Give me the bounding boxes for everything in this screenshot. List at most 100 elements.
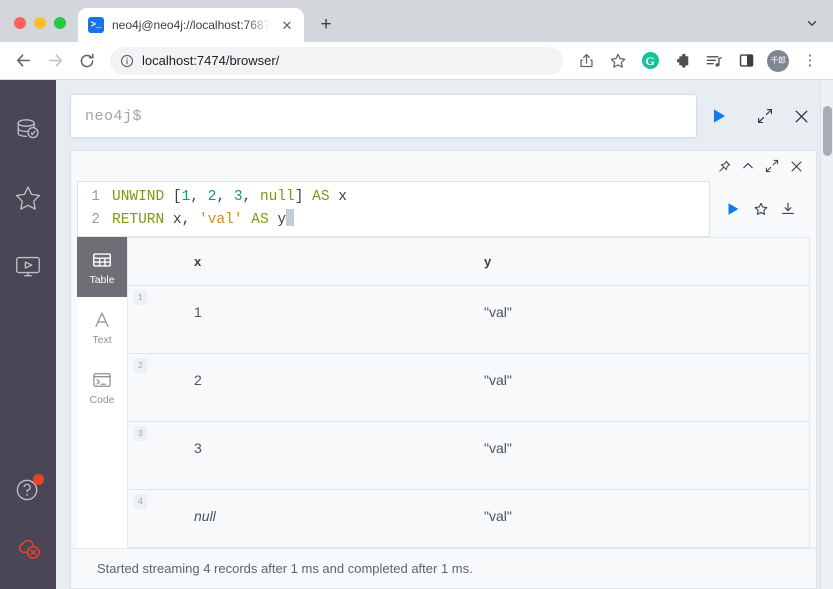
- grammarly-extension-icon[interactable]: G: [635, 46, 665, 76]
- cell-y: "val": [484, 489, 809, 547]
- row-index-cell: 1: [128, 285, 194, 354]
- back-button[interactable]: [8, 46, 38, 76]
- table-row: 3 3 "val": [128, 421, 809, 490]
- editor-download-button[interactable]: [780, 201, 796, 217]
- favicon-glyph: >_: [90, 19, 102, 30]
- text-a-icon: [95, 311, 109, 327]
- app-main: neo4j$ 1 UNWIND [1, 2, 3, null] AS x 2 R…: [56, 80, 833, 589]
- tab-code-label: Code: [89, 393, 115, 406]
- editor-favorite-button[interactable]: [753, 201, 769, 217]
- command-bar-expand-icon[interactable]: [749, 100, 781, 132]
- app-scrollbar-thumb[interactable]: [823, 106, 832, 156]
- menu-dots: ⋮: [802, 52, 818, 69]
- tab-table-label: Table: [89, 273, 115, 286]
- sidebar-item-favorites[interactable]: [0, 164, 56, 232]
- favorite-star-icon: [754, 202, 768, 215]
- tab-strip: >_ neo4j@neo4j://localhost:7687/ ✕ +: [0, 0, 833, 42]
- tab-text[interactable]: Text: [77, 297, 127, 357]
- results-table-body: 1 1 "val" 2 2 "val" 3 3 "val" 4 null "va…: [128, 285, 809, 547]
- reload-button[interactable]: [72, 46, 102, 76]
- table-row: 2 2 "val": [128, 353, 809, 422]
- tab-code[interactable]: Code: [77, 357, 127, 417]
- table-icon: [93, 252, 111, 267]
- cell-x: null: [194, 489, 484, 547]
- cypher-editor[interactable]: 1 UNWIND [1, 2, 3, null] AS x 2 RETURN x…: [77, 181, 710, 237]
- text-cursor: [286, 209, 295, 226]
- results-table-wrap[interactable]: x y 1 1 "val" 2 2 "val" 3 3 "val" 4 null…: [128, 237, 810, 548]
- tab-title: neo4j@neo4j://localhost:7687/: [112, 18, 270, 32]
- command-bar-actions: [741, 100, 817, 132]
- command-bar-row: neo4j$: [56, 80, 833, 150]
- row-index-badge: 2: [134, 358, 147, 373]
- download-icon: [782, 202, 795, 215]
- star-icon: [15, 186, 41, 210]
- code-content: RETURN x, 'val' AS y: [112, 209, 295, 232]
- frame-titlebar: [71, 151, 816, 181]
- forward-button[interactable]: [40, 46, 70, 76]
- table-header-row: x y: [128, 238, 809, 286]
- cloud-disconnected-icon: [18, 539, 40, 559]
- header-y: y: [484, 238, 809, 286]
- code-line: 1 UNWIND [1, 2, 3, null] AS x: [78, 186, 709, 209]
- frame-pin-icon[interactable]: [718, 160, 731, 173]
- status-message: Started streaming 4 records after 1 ms a…: [97, 561, 473, 576]
- cell-x: 1: [194, 285, 484, 354]
- avatar: 千郎: [767, 49, 789, 72]
- tab-favicon-terminal-icon: >_: [88, 17, 104, 33]
- editor-run-button[interactable]: [724, 200, 742, 218]
- frame-collapse-icon[interactable]: [741, 159, 755, 173]
- run-icon: [714, 109, 725, 123]
- sidebar-item-guides[interactable]: [0, 232, 56, 300]
- tab-close-icon[interactable]: ✕: [278, 16, 296, 34]
- header-index: [128, 238, 194, 286]
- table-row: 4 null "val": [128, 489, 809, 547]
- command-bar-placeholder: neo4j$: [85, 107, 143, 125]
- sidebar-item-database[interactable]: [0, 96, 56, 164]
- command-bar-run-button[interactable]: [697, 106, 741, 126]
- sidebar-item-connection-status[interactable]: [0, 523, 56, 575]
- maximize-window-button[interactable]: [54, 17, 66, 29]
- help-notification-dot: [33, 474, 44, 485]
- monitor-play-icon: [16, 256, 40, 277]
- frame-area: 1 UNWIND [1, 2, 3, null] AS x 2 RETURN x…: [56, 150, 833, 589]
- code-terminal-icon: [93, 372, 111, 387]
- cell-y: "val": [484, 285, 809, 354]
- address-bar[interactable]: localhost:7474/browser/: [110, 46, 563, 75]
- run-icon: [728, 203, 739, 215]
- browser-tab[interactable]: >_ neo4j@neo4j://localhost:7687/ ✕: [78, 8, 304, 42]
- extensions-puzzle-icon[interactable]: [667, 46, 697, 76]
- frame-status-bar: Started streaming 4 records after 1 ms a…: [71, 548, 816, 588]
- command-bar[interactable]: neo4j$: [70, 94, 697, 138]
- share-icon[interactable]: [571, 46, 601, 76]
- browser-toolbar: localhost:7474/browser/ G 千郎 ⋮: [0, 42, 833, 80]
- results-table: x y 1 1 "val" 2 2 "val" 3 3 "val" 4 null…: [128, 238, 809, 547]
- cell-x: 2: [194, 353, 484, 422]
- line-number: 2: [91, 212, 100, 228]
- frame-close-icon[interactable]: [789, 159, 804, 174]
- tab-search-chevron-down-icon[interactable]: [799, 10, 825, 36]
- results-table-head: x y: [128, 238, 809, 286]
- frame-expand-icon[interactable]: [765, 159, 779, 173]
- cell-y: "val": [484, 421, 809, 490]
- app-scrollbar[interactable]: [820, 80, 833, 589]
- line-number: 1: [91, 189, 100, 205]
- side-panel-icon[interactable]: [731, 46, 761, 76]
- info-icon: [120, 54, 134, 67]
- profile-avatar[interactable]: 千郎: [763, 46, 793, 76]
- grammarly-badge: G: [641, 52, 659, 69]
- window-traffic-lights: [0, 17, 78, 42]
- new-tab-button[interactable]: +: [312, 10, 340, 38]
- header-x: x: [194, 238, 484, 286]
- sidebar-item-help[interactable]: [0, 461, 56, 517]
- tab-table[interactable]: Table: [77, 237, 127, 297]
- reading-list-icon[interactable]: [699, 46, 729, 76]
- command-bar-close-icon[interactable]: [785, 100, 817, 132]
- address-bar-url: localhost:7474/browser/: [142, 53, 280, 68]
- editor-row: 1 UNWIND [1, 2, 3, null] AS x 2 RETURN x…: [71, 181, 816, 237]
- row-index-badge: 4: [134, 494, 147, 509]
- browser-menu-icon[interactable]: ⋮: [795, 46, 825, 76]
- result-view-tabs: Table Text Code: [77, 237, 128, 548]
- bookmark-star-icon[interactable]: [603, 46, 633, 76]
- close-window-button[interactable]: [14, 17, 26, 29]
- minimize-window-button[interactable]: [34, 17, 46, 29]
